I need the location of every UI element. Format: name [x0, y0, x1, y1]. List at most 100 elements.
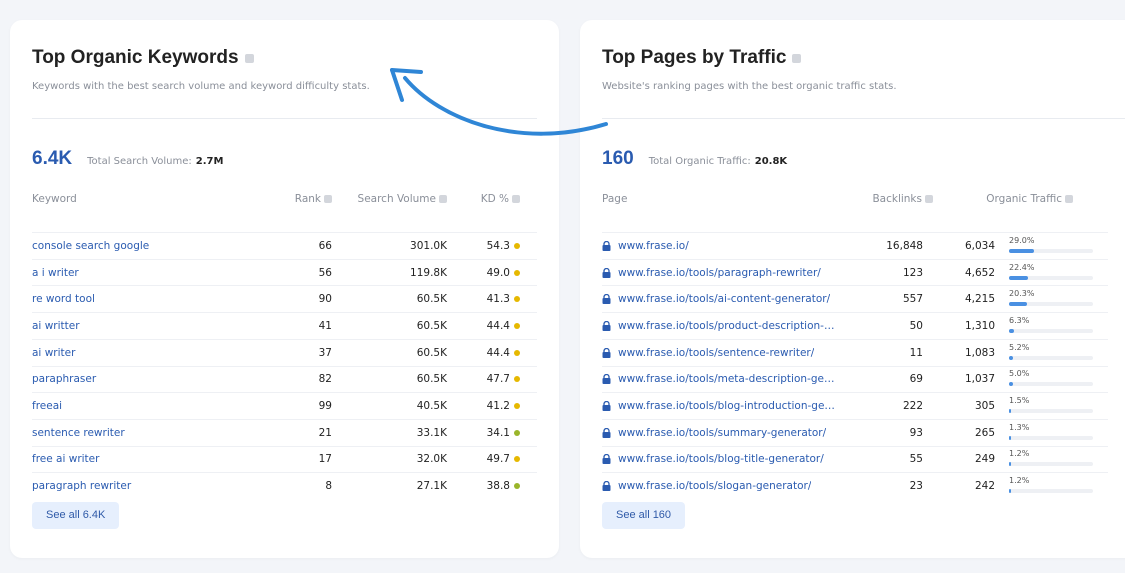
search-volume-value: 60.5K	[416, 293, 447, 306]
column-header-keyword[interactable]: Keyword	[32, 193, 272, 205]
search-volume-value: 32.0K	[416, 453, 447, 466]
traffic-share-bar: 1.2%	[1009, 449, 1094, 469]
column-header-rank[interactable]: Rank	[272, 193, 332, 205]
info-icon[interactable]	[792, 53, 802, 63]
search-volume-value: 301.0K	[410, 239, 447, 252]
column-header-traffic[interactable]: Organic Traffic	[933, 193, 1073, 205]
search-volume-value: 60.5K	[416, 346, 447, 359]
traffic-share-percent: 5.0%	[1009, 369, 1030, 379]
rank-value: 66	[318, 239, 332, 252]
table-row: ai writer 37 60.5K 44.4	[32, 338, 537, 366]
page-cell[interactable]: www.frase.io/	[602, 240, 852, 252]
lock-icon	[602, 347, 611, 358]
card-title: Top Organic Keywords	[32, 47, 239, 68]
backlinks-value: 23	[909, 480, 923, 493]
kd-dot-icon	[514, 322, 520, 329]
traffic-value: 242	[974, 480, 995, 493]
kd-dot-icon	[514, 429, 520, 436]
page-link[interactable]: www.frase.io/tools/sentence-rewriter/	[618, 347, 814, 359]
keyword-link[interactable]: ai writer	[32, 347, 272, 359]
bar-track	[1009, 248, 1093, 253]
traffic-share-bar: 1.5%	[1009, 396, 1094, 416]
info-icon[interactable]	[244, 53, 254, 63]
pages-table-header: Page Backlinks Organic Traffic	[602, 190, 1108, 208]
summary-value: 20.8K	[754, 156, 788, 167]
kd-dot-icon	[514, 269, 520, 276]
column-header-volume[interactable]: Search Volume	[332, 193, 447, 205]
traffic-share-percent: 1.2%	[1009, 449, 1030, 459]
page-cell[interactable]: www.frase.io/tools/ai-content-generator/	[602, 293, 852, 305]
kd-cell: 49.0	[447, 267, 520, 279]
rank-value: 8	[325, 480, 332, 493]
bar-fill	[1009, 248, 1034, 253]
bar-track	[1009, 382, 1093, 387]
column-header-page[interactable]: Page	[602, 193, 852, 205]
page-link[interactable]: www.frase.io/tools/product-description-…	[618, 320, 834, 332]
page-link[interactable]: www.frase.io/tools/blog-introduction-ge…	[618, 400, 835, 412]
page-cell[interactable]: www.frase.io/tools/slogan-generator/	[602, 480, 852, 492]
page-link[interactable]: www.frase.io/tools/paragraph-rewriter/	[618, 267, 821, 279]
keyword-link[interactable]: paraphraser	[32, 373, 272, 385]
traffic-share-bar: 5.0%	[1009, 369, 1094, 389]
card-title-row: Top Pages by Traffic	[602, 47, 802, 69]
bar-track	[1009, 435, 1093, 440]
table-row: ai writter 41 60.5K 44.4	[32, 312, 537, 339]
kd-dot-icon	[514, 456, 520, 463]
page-link[interactable]: www.frase.io/tools/blog-title-generator/	[618, 453, 824, 465]
keyword-link[interactable]: ai writter	[32, 320, 272, 332]
traffic-value: 4,652	[964, 266, 995, 279]
keyword-link[interactable]: re word tool	[32, 293, 272, 305]
page-link[interactable]: www.frase.io/tools/ai-content-generator/	[618, 293, 830, 305]
keywords-summary: 6.4K Total Search Volume: 2.7M	[32, 148, 223, 170]
bar-fill	[1009, 435, 1011, 440]
see-all-keywords-button[interactable]: See all 6.4K	[32, 502, 120, 529]
page-link[interactable]: www.frase.io/	[618, 240, 689, 252]
traffic-share-bar: 22.4%	[1009, 263, 1094, 283]
keyword-link[interactable]: console search google	[32, 240, 272, 252]
keyword-link[interactable]: sentence rewriter	[32, 427, 272, 439]
column-header-backlinks[interactable]: Backlinks	[852, 193, 933, 205]
backlinks-value: 69	[909, 373, 923, 386]
page-cell[interactable]: www.frase.io/tools/meta-description-ge…	[602, 373, 852, 385]
traffic-value: 1,037	[964, 373, 995, 386]
search-volume-value: 60.5K	[416, 319, 447, 332]
kd-value: 38.8	[486, 480, 510, 493]
page-link[interactable]: www.frase.io/tools/meta-description-ge…	[618, 373, 834, 385]
page-link[interactable]: www.frase.io/tools/summary-generator/	[618, 427, 826, 439]
bar-track	[1009, 462, 1093, 467]
column-header-kd[interactable]: KD %	[447, 193, 520, 205]
rank-value: 17	[318, 453, 332, 466]
divider	[602, 118, 1125, 119]
bar-track	[1009, 328, 1093, 333]
page-cell[interactable]: www.frase.io/tools/summary-generator/	[602, 427, 852, 439]
page-link[interactable]: www.frase.io/tools/slogan-generator/	[618, 480, 811, 492]
bar-fill	[1009, 409, 1011, 414]
keyword-link[interactable]: a i writer	[32, 267, 272, 279]
rank-value: 37	[318, 346, 332, 359]
page-cell[interactable]: www.frase.io/tools/product-description-…	[602, 320, 852, 332]
see-all-pages-button[interactable]: See all 160	[602, 502, 686, 529]
info-icon[interactable]	[925, 195, 933, 203]
page-cell[interactable]: www.frase.io/tools/paragraph-rewriter/	[602, 267, 852, 279]
backlinks-value: 11	[909, 346, 923, 359]
kd-cell: 54.3	[447, 240, 520, 252]
info-icon[interactable]	[1065, 195, 1073, 203]
info-icon[interactable]	[439, 195, 447, 203]
keyword-link[interactable]: paragraph rewriter	[32, 480, 272, 492]
table-row: sentence rewriter 21 33.1K 34.1	[32, 418, 537, 446]
info-icon[interactable]	[324, 195, 332, 203]
info-icon[interactable]	[512, 195, 520, 203]
keyword-link[interactable]: freeai	[32, 400, 272, 412]
divider	[32, 118, 537, 119]
page-cell[interactable]: www.frase.io/tools/blog-introduction-ge…	[602, 400, 852, 412]
bar-fill	[1009, 328, 1014, 333]
bar-fill	[1009, 462, 1011, 467]
traffic-share-bar: 6.3%	[1009, 316, 1094, 336]
kd-value: 49.7	[486, 453, 510, 466]
keyword-link[interactable]: free ai writer	[32, 453, 272, 465]
bar-fill	[1009, 355, 1013, 360]
kd-cell: 38.8	[447, 480, 520, 492]
table-row: www.frase.io/tools/ai-content-generator/…	[602, 285, 1108, 312]
page-cell[interactable]: www.frase.io/tools/sentence-rewriter/	[602, 347, 852, 359]
page-cell[interactable]: www.frase.io/tools/blog-title-generator/	[602, 453, 852, 465]
